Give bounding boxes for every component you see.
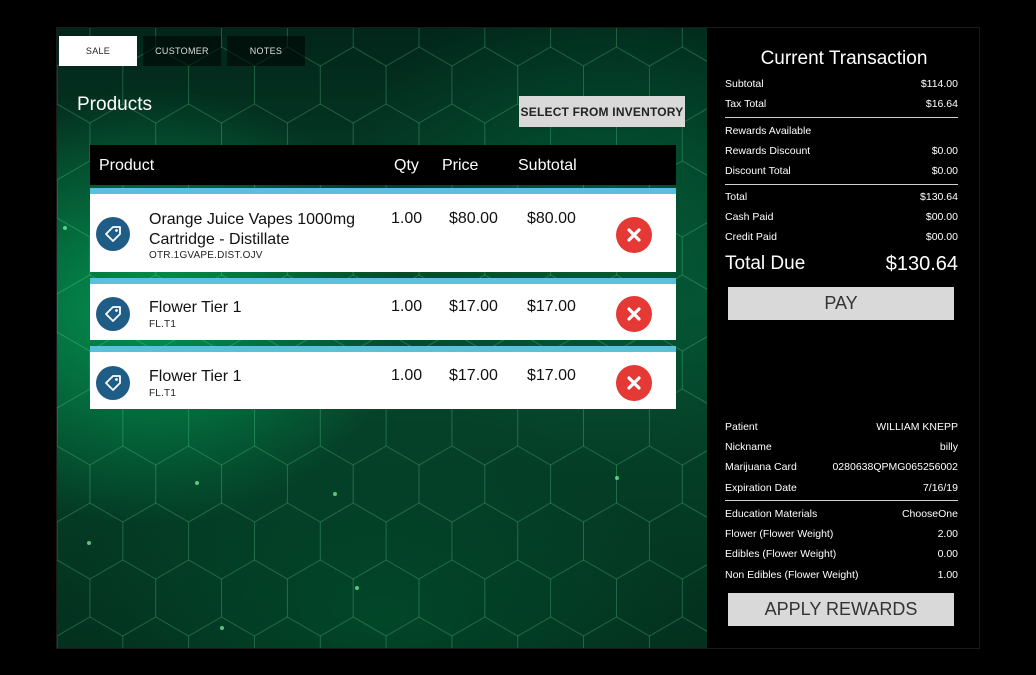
- flower-weight-value: 2.00: [937, 528, 958, 540]
- product-price: $80.00: [449, 210, 498, 227]
- price-tag-icon: [96, 217, 130, 251]
- tab-sale[interactable]: SALE: [59, 36, 137, 66]
- product-name: Flower Tier 1: [149, 368, 242, 385]
- product-subtotal: $80.00: [527, 210, 576, 227]
- product-sku: FL.T1: [149, 319, 177, 330]
- marijuana-card-row: Marijuana Card 0280638QPMG065256002: [725, 461, 958, 473]
- tab-customer[interactable]: CUSTOMER: [143, 36, 221, 66]
- credit-paid-value: $00.00: [925, 231, 958, 243]
- close-icon: [627, 307, 641, 321]
- column-header-price: Price: [442, 157, 479, 174]
- column-header-subtotal: Subtotal: [518, 157, 577, 174]
- cash-paid-row: Cash Paid $00.00: [725, 211, 958, 223]
- divider: [725, 117, 958, 118]
- nickname-row: Nickname billy: [725, 441, 958, 453]
- total-row: Total $130.64: [725, 191, 958, 203]
- table-row[interactable]: Orange Juice Vapes 1000mg Cartridge - Di…: [90, 188, 676, 272]
- divider: [725, 500, 958, 501]
- tab-notes[interactable]: NOTES: [227, 36, 305, 66]
- non-edibles-weight-row: Non Edibles (Flower Weight) 1.00: [725, 569, 958, 581]
- close-icon: [627, 376, 641, 390]
- tax-total-value: $16.64: [925, 98, 958, 110]
- divider: [725, 184, 958, 185]
- sale-panel: SALE CUSTOMER NOTES Products SELECT FROM…: [57, 28, 707, 648]
- price-tag-icon: [96, 366, 130, 400]
- apply-rewards-button[interactable]: APPLY REWARDS: [728, 593, 954, 626]
- total-due-row: Total Due $130.64: [725, 253, 958, 276]
- cash-paid-value: $00.00: [925, 211, 958, 223]
- subtotal-row: Subtotal $114.00: [725, 78, 958, 90]
- product-subtotal: $17.00: [527, 298, 576, 315]
- close-icon: [627, 228, 641, 242]
- rewards-available-row: Rewards Available: [725, 125, 812, 137]
- pay-button[interactable]: PAY: [728, 287, 954, 320]
- table-row[interactable]: Flower Tier 1 FL.T1 1.00 $17.00 $17.00: [90, 278, 676, 340]
- product-sku: FL.T1: [149, 388, 177, 399]
- column-header-qty: Qty: [394, 157, 419, 174]
- expiration-date-row: Expiration Date 7/16/19: [725, 482, 958, 494]
- rewards-discount-value: $0.00: [931, 145, 958, 157]
- remove-item-button[interactable]: [616, 217, 652, 253]
- products-title: Products: [77, 94, 152, 115]
- marijuana-card-value: 0280638QPMG065256002: [832, 461, 958, 473]
- product-price: $17.00: [449, 298, 498, 315]
- total-due-value: $130.64: [885, 253, 958, 275]
- total-due-label: Total Due: [725, 253, 806, 274]
- table-row[interactable]: Flower Tier 1 FL.T1 1.00 $17.00 $17.00: [90, 346, 676, 409]
- product-price: $17.00: [449, 367, 498, 384]
- education-materials-row: Education Materials ChooseOne: [725, 508, 958, 520]
- discount-total-value: $0.00: [931, 165, 958, 177]
- select-from-inventory-button[interactable]: SELECT FROM INVENTORY: [519, 96, 685, 127]
- product-subtotal: $17.00: [527, 367, 576, 384]
- subtotal-value: $114.00: [920, 78, 958, 90]
- patient-row: Patient WILLIAM KNEPP: [725, 421, 958, 433]
- rewards-discount-row: Rewards Discount $0.00: [725, 145, 958, 157]
- tab-bar: SALE CUSTOMER NOTES: [59, 36, 305, 66]
- flower-weight-row: Flower (Flower Weight) 2.00: [725, 528, 958, 540]
- transaction-title: Current Transaction: [760, 48, 928, 69]
- edibles-weight-row: Edibles (Flower Weight) 0.00: [725, 548, 958, 560]
- column-header-product: Product: [99, 157, 155, 174]
- remove-item-button[interactable]: [616, 296, 652, 332]
- table-header: Product Qty Price Subtotal: [90, 145, 676, 185]
- product-qty: 1.00: [391, 367, 423, 384]
- remove-item-button[interactable]: [616, 365, 652, 401]
- total-value: $130.64: [920, 191, 958, 203]
- product-name: Orange Juice Vapes 1000mg Cartridge - Di…: [149, 211, 356, 248]
- edibles-weight-value: 0.00: [937, 548, 958, 560]
- credit-paid-row: Credit Paid $00.00: [725, 231, 958, 243]
- price-tag-icon: [96, 297, 130, 331]
- nickname-value: billy: [939, 441, 958, 453]
- education-materials-value: ChooseOne: [901, 508, 958, 520]
- product-name: Flower Tier 1: [149, 299, 242, 316]
- tax-total-row: Tax Total $16.64: [725, 98, 958, 110]
- product-qty: 1.00: [391, 298, 423, 315]
- transaction-panel: Current Transaction Subtotal $114.00 Tax …: [707, 28, 979, 648]
- pos-screen: SALE CUSTOMER NOTES Products SELECT FROM…: [56, 27, 980, 649]
- product-qty: 1.00: [391, 210, 423, 227]
- product-sku: OTR.1GVAPE.DIST.OJV: [149, 250, 263, 261]
- patient-value: WILLIAM KNEPP: [876, 421, 958, 433]
- expiration-date-value: 7/16/19: [922, 482, 958, 494]
- non-edibles-weight-value: 1.00: [937, 569, 958, 581]
- discount-total-row: Discount Total $0.00: [725, 165, 958, 177]
